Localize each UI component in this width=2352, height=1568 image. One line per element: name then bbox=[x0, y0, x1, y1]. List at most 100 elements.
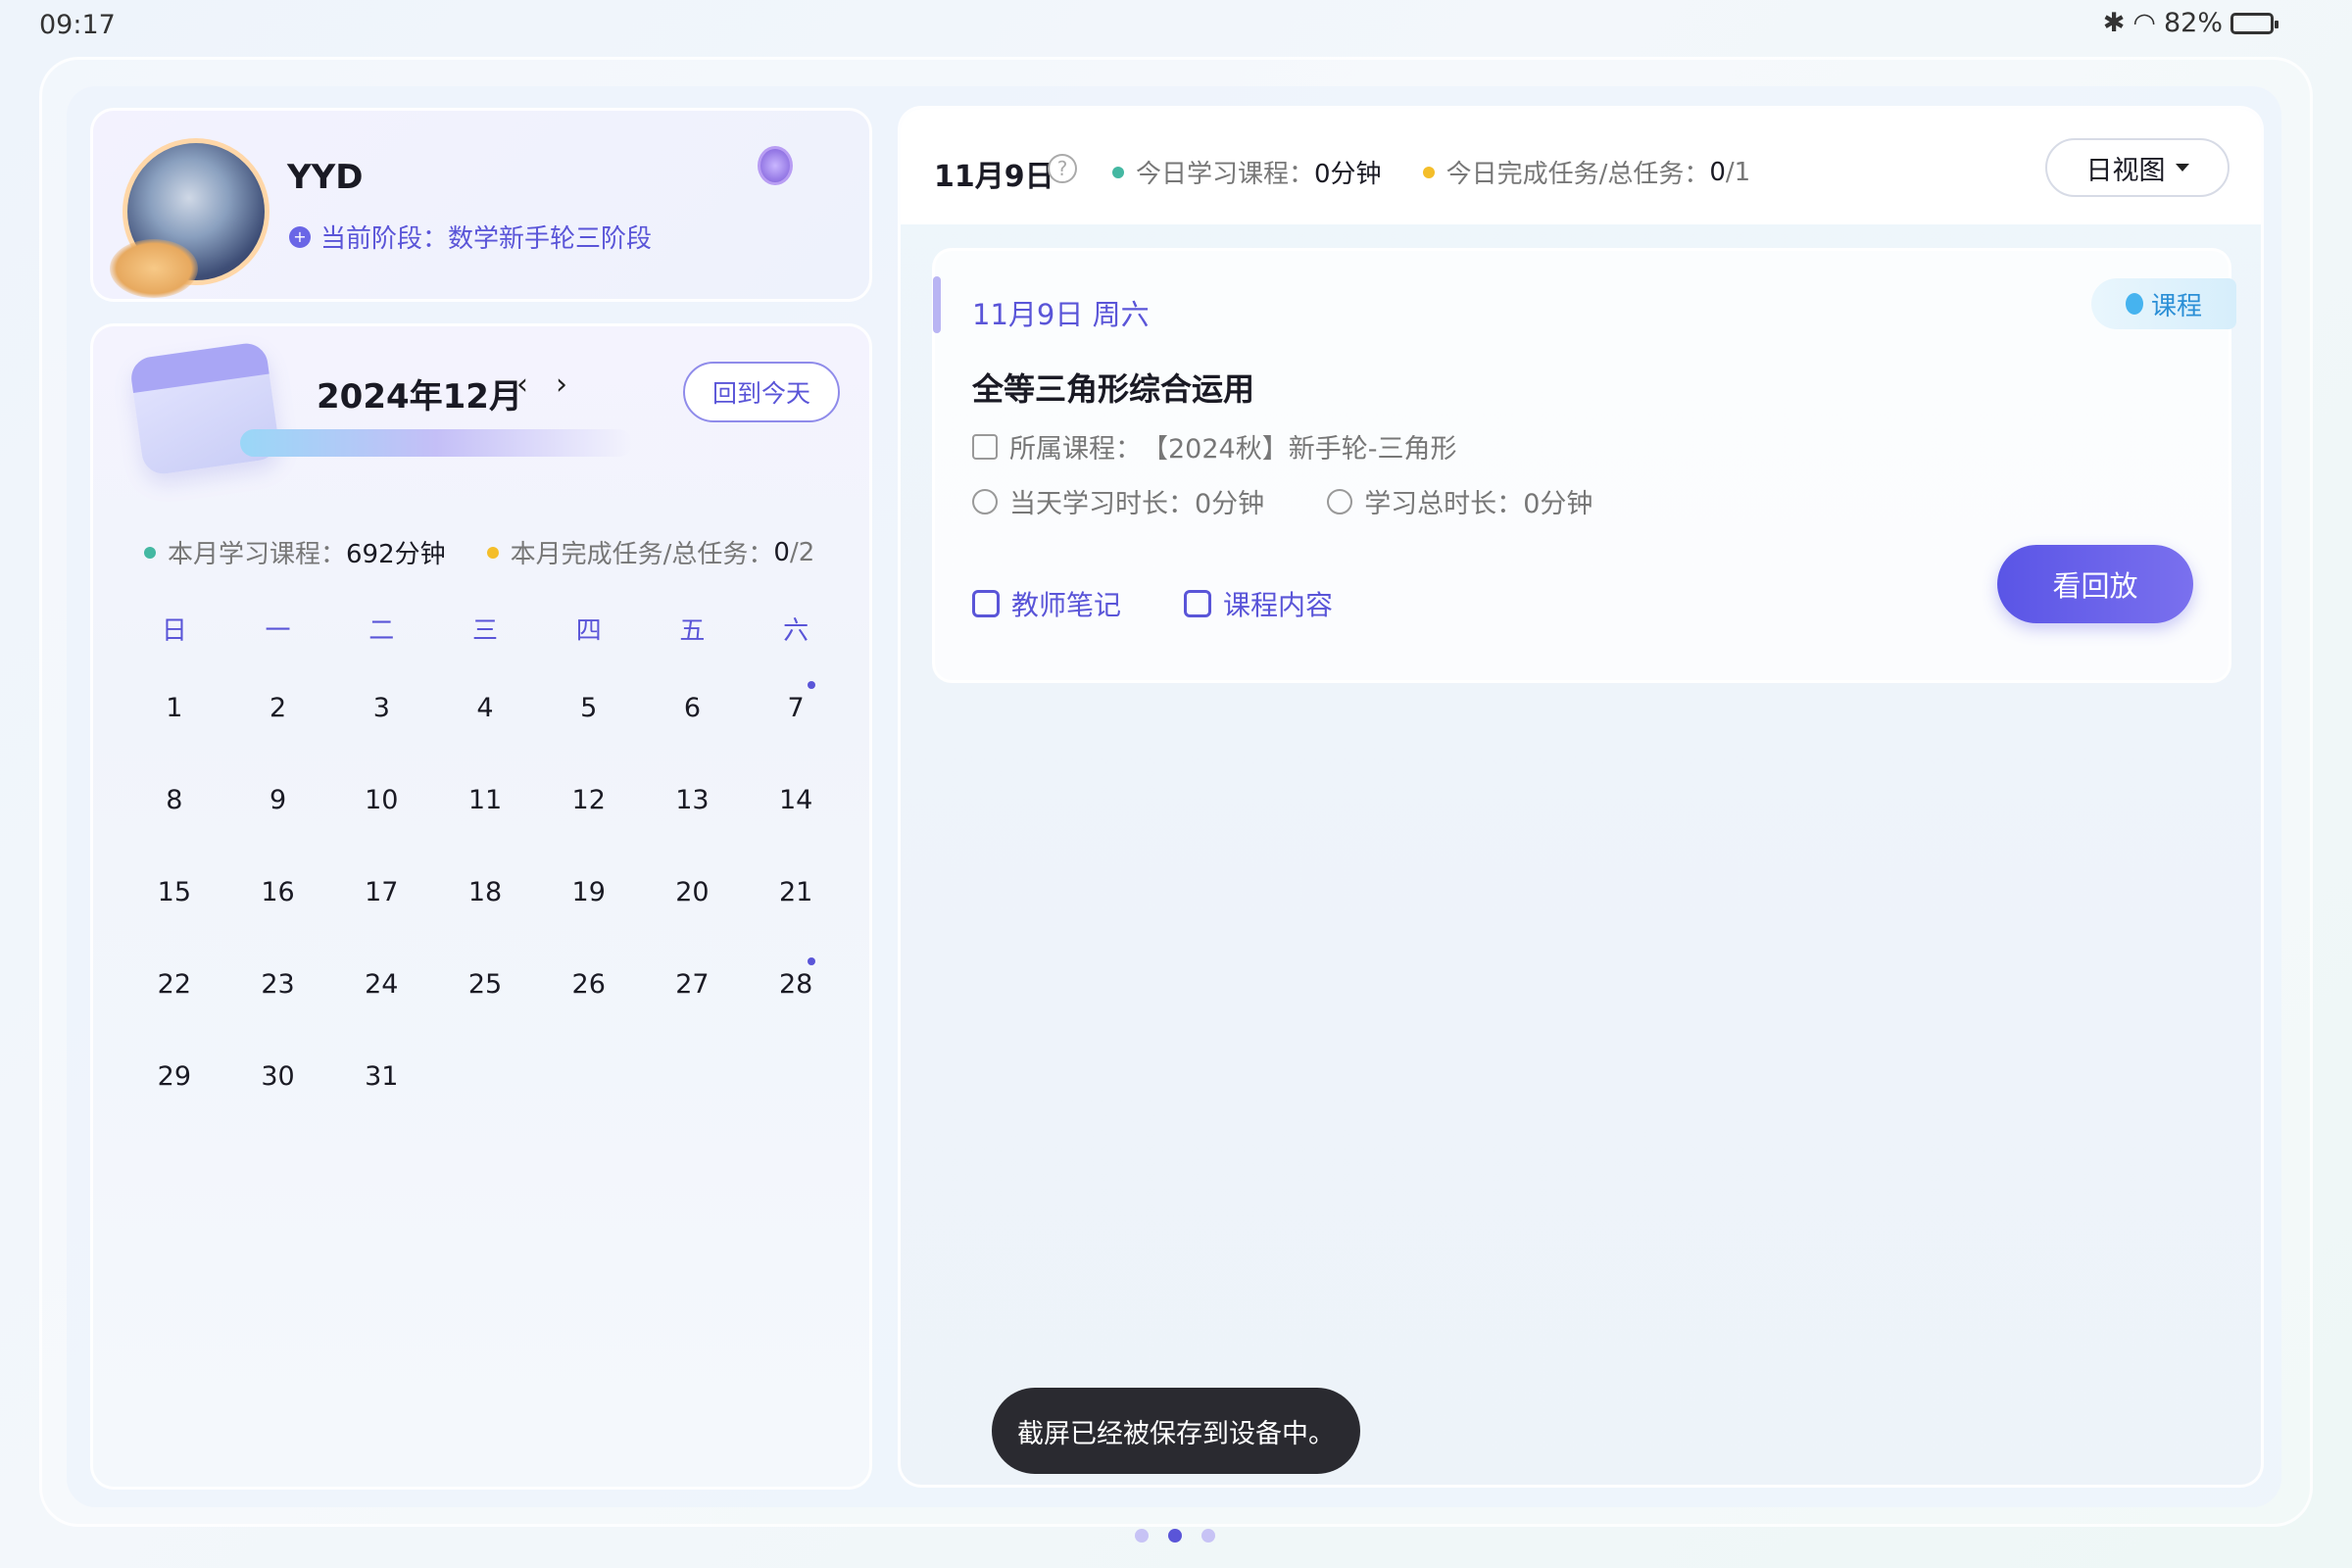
calendar-day[interactable]: 16 bbox=[226, 873, 330, 965]
notes-icon[interactable] bbox=[972, 590, 1000, 617]
lesson-accent-bar bbox=[933, 276, 941, 333]
calendar-day[interactable]: 19 bbox=[537, 873, 641, 965]
document-icon bbox=[972, 433, 998, 460]
calendar-day-number: 4 bbox=[476, 693, 494, 723]
calendar-day-number: 5 bbox=[580, 693, 598, 723]
calendar-day[interactable]: 7 bbox=[744, 681, 848, 781]
course-value: 【2024秋】新手轮-三角形 bbox=[1142, 434, 1457, 465]
calendar-day-number: 10 bbox=[365, 785, 399, 815]
current-stage: + 当前阶段： 数学新手轮三阶段 bbox=[289, 219, 652, 255]
battery-percent: 82% bbox=[2163, 8, 2223, 38]
teacher-notes-link[interactable]: 教师笔记 bbox=[1011, 584, 1121, 623]
day-task-label: 今日完成任务/总任务： bbox=[1446, 160, 1710, 189]
calendar-day[interactable]: 1 bbox=[122, 689, 226, 781]
calendar-day[interactable]: 6 bbox=[641, 689, 745, 781]
day-duration-value: 0分钟 bbox=[1195, 489, 1265, 519]
calendar-day[interactable]: 9 bbox=[226, 781, 330, 873]
status-time: 09:17 bbox=[39, 10, 116, 40]
weekday-label: 日 bbox=[161, 616, 187, 646]
lightbulb-icon bbox=[2125, 293, 2143, 315]
calendar-day[interactable]: 28 bbox=[744, 957, 848, 1057]
calendar-day[interactable]: 26 bbox=[537, 965, 641, 1057]
calendar-day[interactable]: 8 bbox=[122, 781, 226, 873]
calendar-day[interactable]: 22 bbox=[122, 965, 226, 1057]
avatar[interactable] bbox=[110, 138, 270, 298]
calendar-day[interactable]: 5 bbox=[537, 689, 641, 781]
bluetooth-icon: ✱ bbox=[2102, 8, 2126, 38]
stage-icon: + bbox=[289, 225, 311, 248]
event-marker-dot bbox=[808, 681, 816, 689]
calendar-day-number: 26 bbox=[571, 969, 606, 1000]
calendar-day[interactable]: 27 bbox=[641, 965, 745, 1057]
calendar-day-number: 23 bbox=[261, 969, 295, 1000]
calendar-day-number: 28 bbox=[778, 969, 813, 1000]
watch-replay-button[interactable]: 看回放 bbox=[1997, 545, 2193, 623]
page-dot[interactable] bbox=[1201, 1529, 1215, 1543]
screenshot-toast: 截屏已经被保存到设备中。 bbox=[992, 1388, 1360, 1474]
help-icon[interactable]: ? bbox=[1048, 154, 1077, 183]
calendar-day[interactable]: 24 bbox=[329, 965, 433, 1057]
days-grid: 1 2 3 4 5 6 7 8 9 10 11 12 13 14 15 16 17 18 19 20 21 22 23 24 2… bbox=[122, 681, 848, 1150]
course-tag: 课程 bbox=[2091, 278, 2236, 329]
weekday-label: 四 bbox=[575, 616, 602, 646]
calendar-day-number: 22 bbox=[157, 969, 192, 1000]
calendar-day[interactable]: 4 bbox=[433, 689, 537, 781]
calendar-day[interactable]: 13 bbox=[641, 781, 745, 873]
calendar-day-number: 21 bbox=[778, 877, 813, 907]
calendar-day-number: 17 bbox=[365, 877, 399, 907]
green-dot-icon bbox=[144, 546, 156, 559]
lesson-card[interactable]: 11月9日 周六 课程 全等三角形综合运用 所属课程： 【2024秋】新手轮-三角… bbox=[932, 248, 2236, 683]
calendar-day[interactable]: 20 bbox=[641, 873, 745, 965]
lesson-date: 11月9日 周六 bbox=[972, 298, 1150, 331]
decorative-swoosh bbox=[240, 429, 632, 457]
weekday-label: 三 bbox=[471, 616, 498, 646]
medal-icon[interactable] bbox=[758, 146, 793, 185]
calendar-day-number: 14 bbox=[778, 785, 813, 815]
calendar-day[interactable]: 11 bbox=[433, 781, 537, 873]
calendar-day[interactable]: 15 bbox=[122, 873, 226, 965]
chevron-left-icon[interactable]: ‹ bbox=[516, 368, 528, 402]
calendar-day[interactable]: 10 bbox=[329, 781, 433, 873]
day-stats: 今日学习课程： 0分钟 今日完成任务/总任务： 0/1 bbox=[1112, 154, 1750, 190]
calendar-day-number: 2 bbox=[269, 693, 287, 723]
month-stats: 本月学习课程： 692分钟 本月完成任务/总任务： 0/2 bbox=[144, 534, 814, 570]
profile-card[interactable]: YYD + 当前阶段： 数学新手轮三阶段 bbox=[90, 108, 872, 302]
calendar-day[interactable]: 14 bbox=[744, 781, 848, 873]
page-dot[interactable] bbox=[1135, 1529, 1149, 1543]
course-label: 所属课程： bbox=[1009, 434, 1142, 465]
month-study-value: 692分钟 bbox=[346, 540, 446, 569]
back-to-today-button[interactable]: 回到今天 bbox=[683, 362, 840, 422]
chevron-right-icon[interactable]: › bbox=[556, 368, 567, 402]
calendar-day[interactable]: 3 bbox=[329, 689, 433, 781]
calendar-day[interactable]: 23 bbox=[226, 965, 330, 1057]
weekday-header: 日一二三四五六 bbox=[122, 611, 848, 647]
day-duration-label: 当天学习时长： bbox=[1009, 489, 1195, 519]
calendar-day[interactable]: 29 bbox=[122, 1057, 226, 1150]
calendar-day[interactable]: 25 bbox=[433, 965, 537, 1057]
stage-value: 数学新手轮三阶段 bbox=[448, 224, 653, 254]
page-indicator[interactable] bbox=[1135, 1529, 1215, 1543]
page-dot[interactable] bbox=[1168, 1529, 1182, 1543]
calendar-day-number: 3 bbox=[372, 693, 390, 723]
view-mode-label: 日视图 bbox=[2085, 155, 2166, 186]
battery-icon bbox=[2230, 12, 2278, 34]
calendar-day[interactable]: 30 bbox=[226, 1057, 330, 1150]
calendar-day[interactable]: 2 bbox=[226, 689, 330, 781]
caret-down-icon bbox=[2175, 164, 2189, 172]
calendar-day-number: 9 bbox=[269, 785, 287, 815]
day-study-value: 0分钟 bbox=[1314, 160, 1382, 189]
calendar-day[interactable]: 21 bbox=[744, 873, 848, 965]
calendar-day[interactable]: 31 bbox=[329, 1057, 433, 1150]
weekday-label: 一 bbox=[265, 616, 291, 646]
course-content-link[interactable]: 课程内容 bbox=[1223, 584, 1333, 623]
calendar-day[interactable]: 12 bbox=[537, 781, 641, 873]
month-task-label: 本月完成任务/总任务： bbox=[510, 540, 774, 569]
calendar-day[interactable]: 17 bbox=[329, 873, 433, 965]
yellow-dot-icon bbox=[486, 546, 499, 559]
month-title: 2024年12月 bbox=[317, 377, 522, 416]
calendar-day-number: 12 bbox=[571, 785, 606, 815]
view-mode-dropdown[interactable]: 日视图 bbox=[2045, 138, 2230, 197]
book-icon[interactable] bbox=[1184, 590, 1212, 617]
calendar-day-number: 19 bbox=[571, 877, 606, 907]
calendar-day[interactable]: 18 bbox=[433, 873, 537, 965]
